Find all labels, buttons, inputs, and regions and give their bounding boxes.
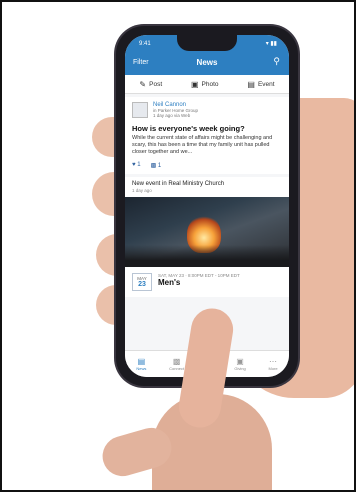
tab-giving[interactable]: ▣ Giving [234,357,245,371]
event-timestamp: 1 day ago [132,188,152,193]
post-author-row: Neil Cannon in Parker Home Group 1 day a… [132,102,282,118]
tab-more-label: More [268,366,278,371]
photo-button[interactable]: ▣ Photo [191,80,219,89]
event-header: New event in Real Ministry Church 1 day … [125,177,289,197]
news-post[interactable]: Neil Cannon in Parker Home Group 1 day a… [125,97,289,174]
news-icon: ▤ [137,357,146,366]
event-label: Event [257,80,275,88]
tab-news-label: News [136,366,147,371]
page-title: News [196,58,218,67]
event-photo[interactable] [125,197,289,267]
post-label: Post [149,80,163,88]
status-icons: ▾ ▮▮ [265,41,277,47]
pencil-icon: ✎ [139,79,147,89]
post-title: How is everyone's week going? [132,124,245,133]
event-month: MAY [137,276,147,281]
post-body: While the current state of affairs might… [132,135,273,155]
compose-bar: ✎ Post ▣ Photo ▤ Event [125,75,289,94]
like-count: 1 [137,162,141,168]
event-detail: MAY 23 SAT, MAY 23 · 8:00PM EDT - 10PM E… [125,267,289,297]
phone-notch [177,35,237,51]
tab-news[interactable]: ▤ News [136,357,146,371]
event-day: 23 [138,281,146,288]
comment-count: 1 [157,163,162,169]
event-date-badge: MAY 23 [132,273,152,291]
avatar[interactable] [132,102,148,118]
status-time: 9:41 [139,41,151,47]
calendar-icon: ▤ [247,79,255,89]
search-icon[interactable]: ⚲ [273,56,280,67]
giving-icon: ▣ [236,357,244,366]
post-button[interactable]: ✎ Post [139,80,162,89]
event-button[interactable]: ▤ Event [247,80,274,89]
photo-frame: 9:41 ▾ ▮▮ Filter News ⚲ ✎ Post ▣ Photo ▤… [0,0,356,492]
post-timestamp: 1 day ago via Web [153,113,191,118]
photo-label: Photo [201,80,219,88]
chat-icon: ▩ [172,357,181,366]
comment-button[interactable]: ▩ 1 [151,162,162,169]
more-icon: ⋯ [269,357,278,366]
tab-connect-label: Connect [169,366,185,371]
comment-icon: ▩ [150,163,157,169]
like-button[interactable]: ♥ 1 [132,162,141,169]
event-headline: New event in Real Ministry Church [132,181,225,187]
rocks [125,245,289,267]
event-post[interactable]: New event in Real Ministry Church 1 day … [125,177,289,297]
camera-icon: ▣ [190,79,199,89]
heart-icon: ♥ [132,162,136,168]
event-name: Men's [158,278,181,287]
tab-more[interactable]: ⋯ More [268,357,277,371]
tab-connect[interactable]: ▩ Connect [169,357,184,371]
tab-giving-label: Giving [234,366,246,371]
post-reactions: ♥ 1 ▩ 1 [132,162,282,169]
